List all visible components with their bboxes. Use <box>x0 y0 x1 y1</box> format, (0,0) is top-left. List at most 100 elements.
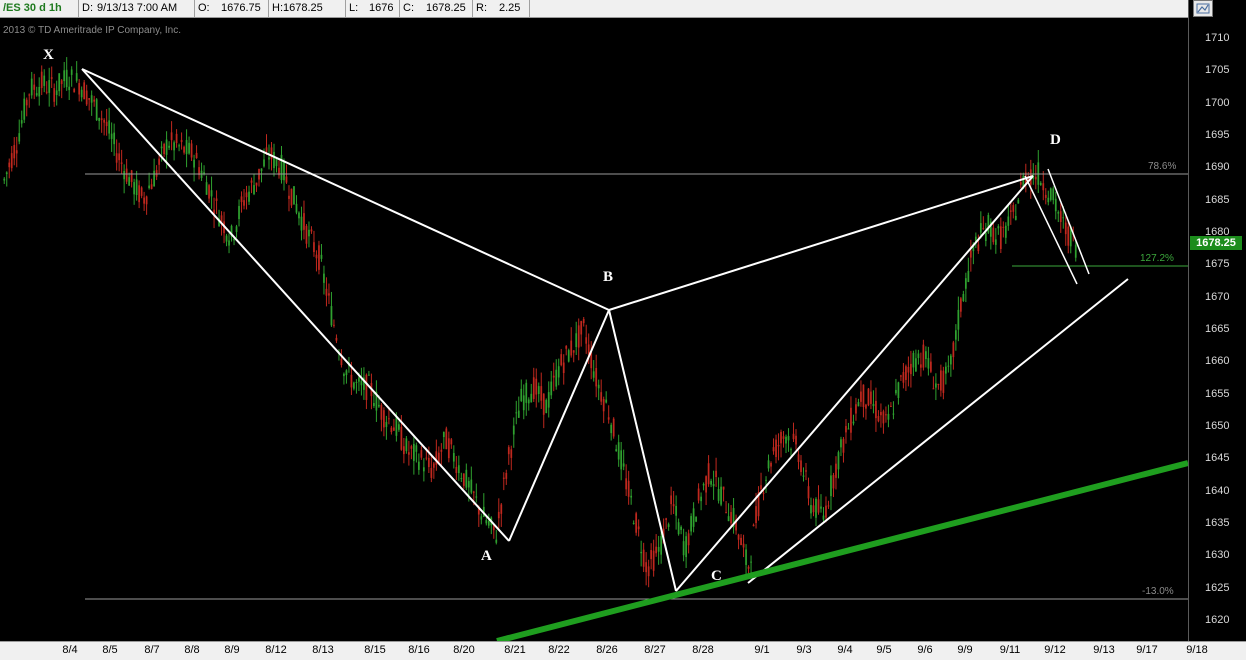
candle-body <box>120 162 123 164</box>
candle-body <box>750 561 752 563</box>
fib-label-minus13: -13.0% <box>1142 586 1174 597</box>
pattern-leg-xb <box>81 68 610 311</box>
candle-body <box>440 449 443 452</box>
chart-settings-icon[interactable] <box>1193 0 1213 17</box>
candle-body <box>390 427 393 432</box>
candle-body <box>300 216 303 231</box>
candle-body <box>810 505 812 514</box>
candle-body <box>170 132 173 141</box>
candle-body <box>1044 194 1047 198</box>
candle-body <box>775 439 777 458</box>
candle-body <box>238 206 240 220</box>
candle-body <box>417 461 420 470</box>
candle-body <box>215 198 218 201</box>
candle-body <box>270 147 273 160</box>
x-tick-label: 8/20 <box>453 644 475 656</box>
x-tick-label: 8/13 <box>312 644 334 656</box>
candle-body <box>547 392 550 408</box>
y-tick-label: 1700 <box>1205 96 1230 109</box>
candle-body <box>560 354 563 366</box>
candle-body <box>952 342 955 358</box>
candle-body <box>979 223 982 233</box>
candle-body <box>28 94 31 96</box>
price-chart[interactable] <box>0 0 1188 641</box>
candle-body <box>88 98 91 100</box>
candle-body <box>700 496 702 502</box>
candle-body <box>335 337 338 341</box>
candle-body <box>165 139 168 155</box>
candle-body <box>515 412 518 414</box>
candle-body <box>430 468 433 478</box>
candle-body <box>1054 198 1057 212</box>
candle-body <box>485 520 488 524</box>
y-tick-label: 1695 <box>1205 129 1230 141</box>
candle-body <box>610 424 613 434</box>
channel-lower-line <box>747 278 1129 584</box>
candle-body <box>10 153 13 169</box>
x-tick-label: 9/9 <box>957 644 973 656</box>
y-tick-label: 1710 <box>1205 32 1230 44</box>
candle-body <box>954 330 957 340</box>
x-tick-label: 9/18 <box>1186 644 1208 656</box>
candle-body <box>20 120 23 124</box>
candle-body <box>880 412 882 416</box>
candle-body <box>138 185 140 203</box>
x-tick-label: 8/26 <box>596 644 618 656</box>
candle-body <box>917 353 920 359</box>
candle-body <box>682 541 685 556</box>
candle-body <box>845 426 847 433</box>
candle-body <box>345 370 348 376</box>
candle-body <box>772 447 775 452</box>
candle-body <box>412 443 415 461</box>
candle-body <box>722 486 725 490</box>
candle-body <box>605 399 608 403</box>
candle-body <box>585 337 588 344</box>
candle-body <box>1067 226 1070 246</box>
candle-body <box>3 178 6 181</box>
candle-body <box>925 351 927 360</box>
point-b-label: B <box>603 269 614 285</box>
candle-body <box>355 381 358 383</box>
candle-body <box>525 382 528 403</box>
x-tick-label: 8/9 <box>224 644 240 656</box>
candle-body <box>807 486 810 499</box>
x-tick-label: 8/21 <box>504 644 526 656</box>
candle-body <box>617 442 620 460</box>
candle-body <box>580 321 583 335</box>
candle-body <box>175 133 178 143</box>
candle-body <box>298 212 300 219</box>
y-tick-label: 1620 <box>1205 614 1230 626</box>
candle-body <box>530 393 533 403</box>
candle-body <box>582 319 585 324</box>
candle-body <box>5 172 8 175</box>
candle-body <box>378 404 380 407</box>
candle-body <box>95 99 98 121</box>
candle-body <box>642 549 645 567</box>
candle-body <box>405 438 408 452</box>
candle-body <box>1049 188 1052 200</box>
candle-body <box>275 158 278 167</box>
candle-body <box>572 350 575 353</box>
candle-body <box>717 488 720 501</box>
candle-body <box>944 366 947 374</box>
candle-body <box>665 518 668 520</box>
candle-body <box>949 355 952 365</box>
candle-body <box>303 213 305 230</box>
candle-body <box>33 84 36 90</box>
candle-body <box>967 271 970 283</box>
candle-body <box>622 463 625 467</box>
y-tick-label: 1630 <box>1205 549 1230 562</box>
candle-body <box>53 88 56 102</box>
candle-body <box>857 402 860 407</box>
candle-body <box>38 86 41 97</box>
candle-body <box>615 449 618 452</box>
candle-body <box>398 424 400 430</box>
candle-body <box>285 176 288 183</box>
candle-body <box>640 551 643 554</box>
candle-body <box>280 154 283 181</box>
candle-body <box>612 418 615 437</box>
candle-body <box>1052 188 1055 201</box>
candle-body <box>240 196 243 203</box>
candle-body <box>432 463 435 468</box>
candle-body <box>830 475 832 497</box>
